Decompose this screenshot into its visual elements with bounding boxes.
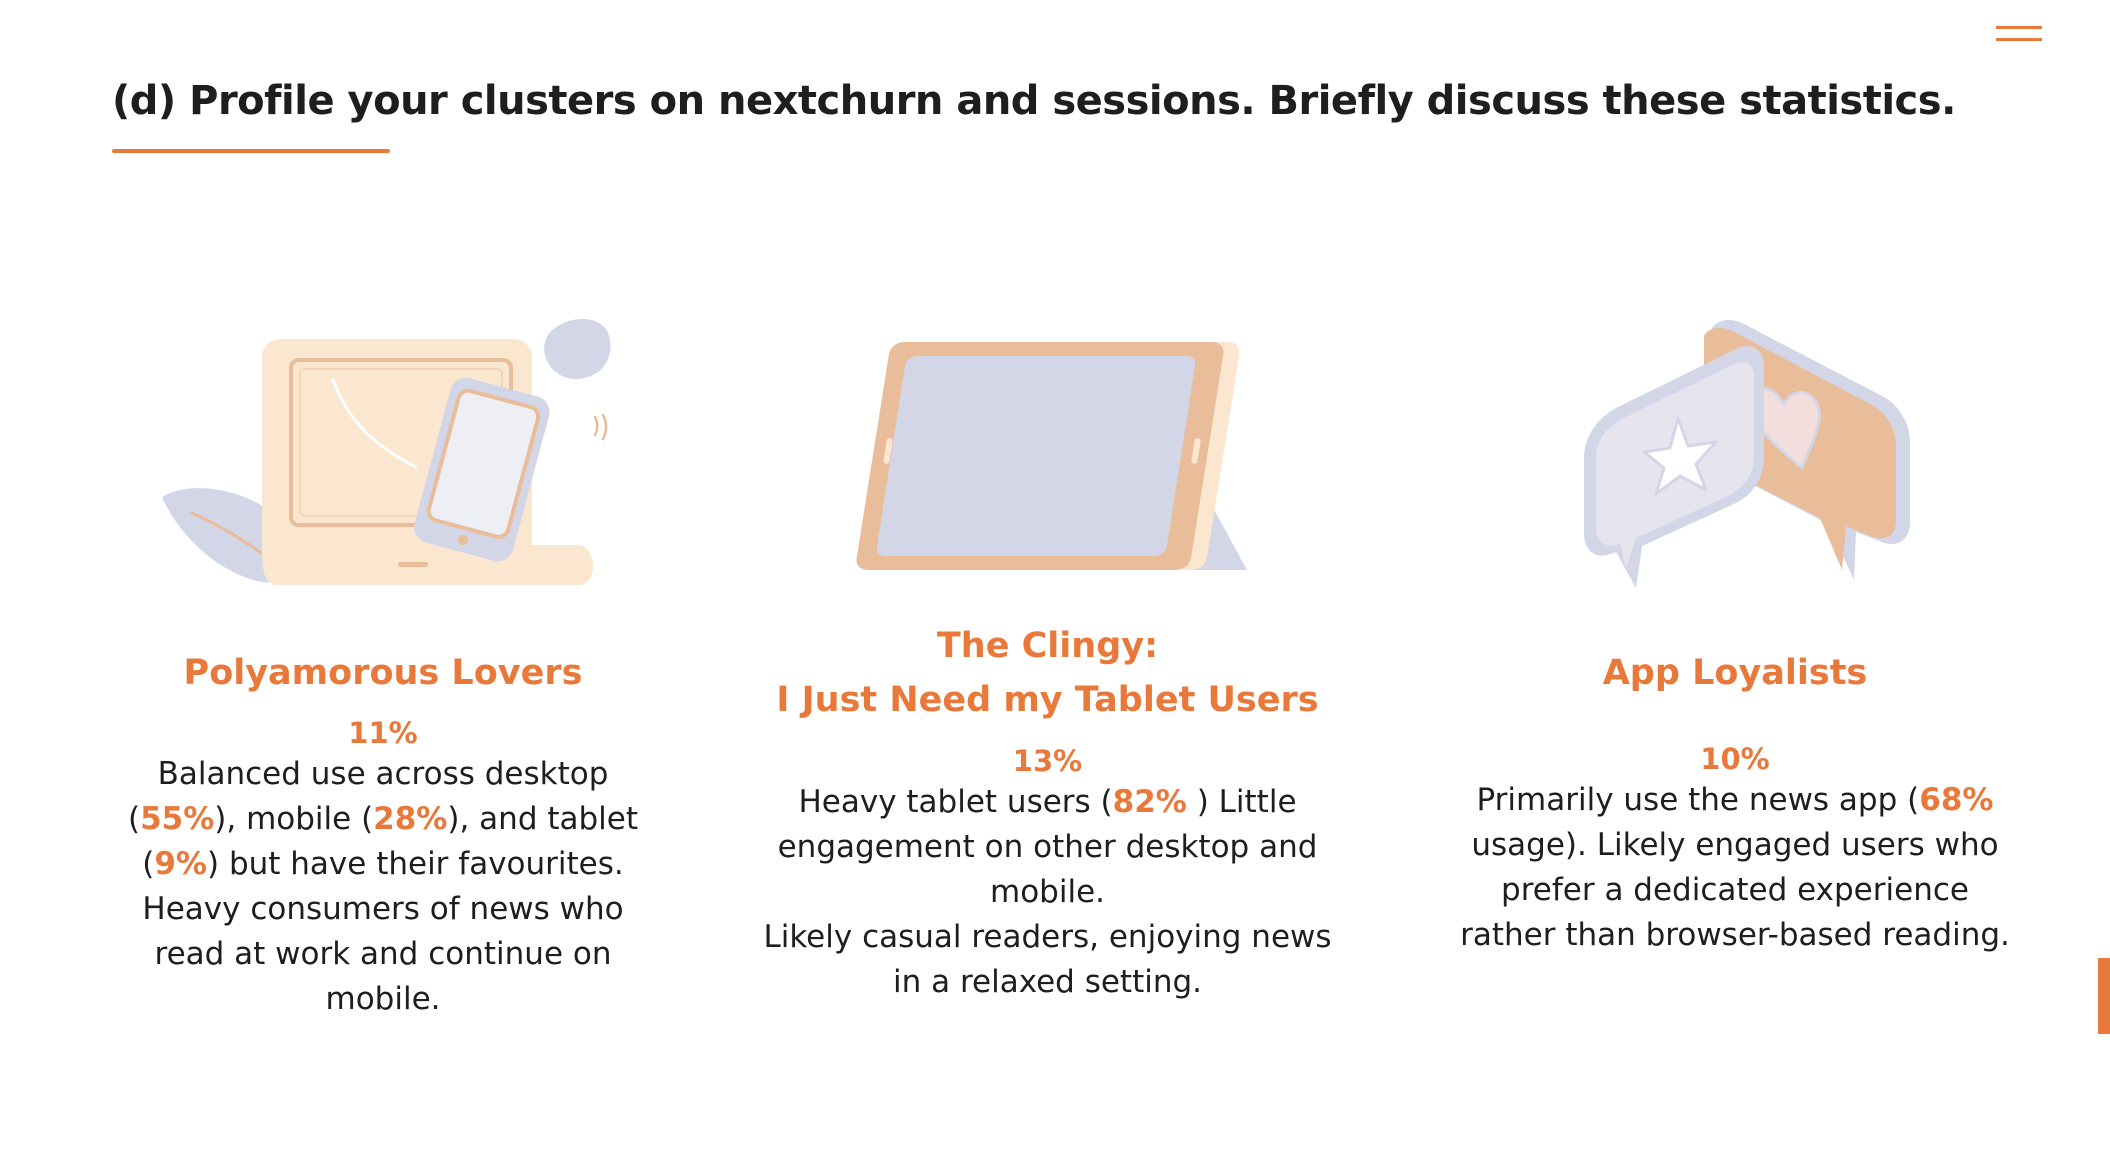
cluster-title: Polyamorous Lovers (118, 646, 648, 700)
slide: (d) Profile your clusters on nextchurn a… (0, 0, 2110, 1158)
cluster-title-line: I Just Need my Tablet Users (776, 680, 1319, 720)
cluster-percent: 11% (348, 716, 418, 750)
chat-bubbles-star-heart-icon (1584, 319, 1910, 588)
scroll-indicator[interactable] (2098, 958, 2110, 1034)
mobile-share: 28% (373, 801, 448, 837)
tablet-screen (876, 356, 1196, 556)
laptop-phone-icon (162, 318, 611, 585)
cluster-title: App Loyalists (1460, 646, 2010, 700)
cluster-description: Heavy tablet users (82% ) Little engagem… (763, 784, 1332, 1000)
cluster-card-the-clingy: The Clingy: I Just Need my Tablet Users … (760, 619, 1335, 1005)
cluster-card-app-loyalists: App Loyalists 10% Primarily use the news… (1460, 646, 2010, 958)
tablet-stand-icon (856, 342, 1247, 570)
app-share: 68% (1919, 782, 1994, 818)
cluster-title: The Clingy: I Just Need my Tablet Users (760, 619, 1335, 727)
cluster-percent: 13% (1012, 744, 1083, 778)
hamburger-menu-icon[interactable] (1996, 24, 2042, 46)
tablet-share: 9% (154, 846, 207, 882)
blob-shape (544, 318, 611, 380)
cluster-title-line: Polyamorous Lovers (183, 653, 583, 693)
cluster-description: Balanced use across desktop (55%), mobil… (127, 756, 639, 1017)
cluster-card-polyamorous-lovers: Polyamorous Lovers 11% Balanced use acro… (118, 646, 648, 1022)
title-underline (112, 149, 390, 153)
tablet-share: 82% (1112, 784, 1187, 820)
cluster-percent: 10% (1700, 742, 1770, 776)
cluster-title-line: App Loyalists (1602, 653, 1868, 693)
desktop-share: 55% (140, 801, 215, 837)
cluster-title-line: The Clingy: (936, 626, 1159, 666)
page-title: (d) Profile your clusters on nextchurn a… (112, 78, 1956, 124)
cluster-description: Primarily use the news app (68% usage). … (1460, 782, 2010, 953)
